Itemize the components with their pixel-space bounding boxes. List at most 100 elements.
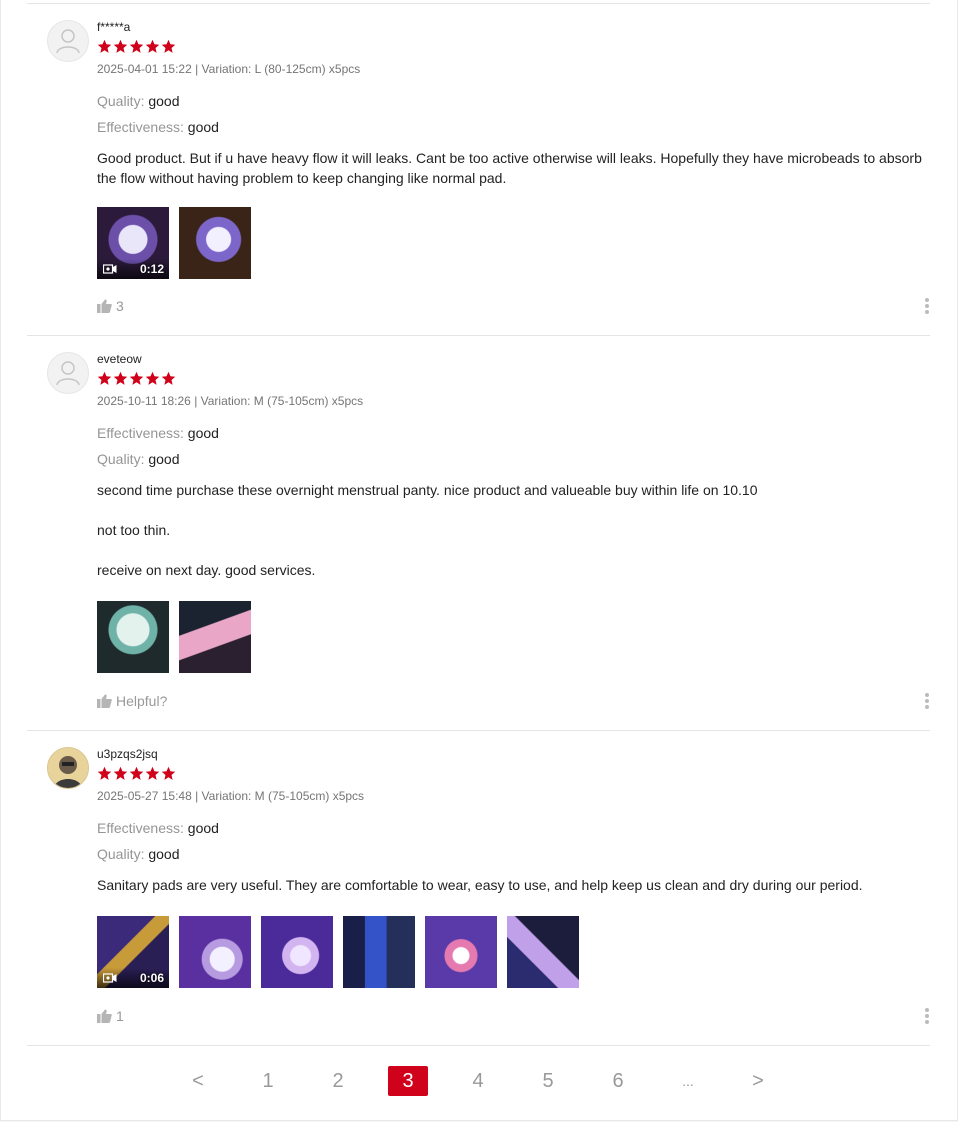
star-icon	[129, 766, 144, 780]
like-button[interactable]: 3	[97, 298, 124, 314]
attribute-label: Quality:	[97, 846, 145, 862]
review-text: second time purchase these overnight men…	[97, 482, 758, 498]
review-attribute: Effectiveness: good	[97, 820, 930, 836]
like-button[interactable]: Helpful?	[97, 693, 167, 709]
star-icon	[97, 39, 112, 53]
attribute-label: Effectiveness:	[97, 119, 184, 135]
attribute-label: Quality:	[97, 93, 145, 109]
attribute-value: good	[187, 820, 219, 836]
star-icon	[129, 39, 144, 53]
review-video-thumbnail[interactable]: 0:06	[97, 916, 169, 988]
review-meta: 2025-04-01 15:22 | Variation: L (80-125c…	[97, 62, 361, 76]
attribute-label: Effectiveness:	[97, 425, 184, 441]
avatar[interactable]	[47, 20, 89, 62]
review-attribute: Quality: good	[97, 93, 930, 109]
star-icon	[97, 371, 112, 385]
review-image-thumbnail[interactable]	[97, 601, 169, 673]
page-button-1[interactable]: 1	[248, 1066, 288, 1096]
like-count: 3	[116, 298, 124, 314]
review-media: 0:12	[97, 207, 251, 279]
review-item: u3pzqs2jsq 2025-05-27 15:48 | Variation:…	[27, 730, 930, 1046]
review-meta: 2025-10-11 18:26 | Variation: M (75-105c…	[97, 394, 364, 408]
review-attribute: Effectiveness: good	[97, 119, 930, 135]
star-icon	[145, 371, 160, 385]
page-button-3-active[interactable]: 3	[388, 1066, 428, 1096]
star-icon	[161, 371, 176, 385]
review-item: eveteow 2025-10-11 18:26 | Variation: M …	[27, 335, 930, 731]
like-count: 1	[116, 1008, 124, 1024]
prev-page-button[interactable]: <	[178, 1066, 218, 1096]
star-icon	[97, 766, 112, 780]
review-attribute: Quality: good	[97, 846, 930, 862]
reviews-panel: f*****a 2025-04-01 15:22 | Variation: L …	[0, 0, 958, 1121]
attribute-label: Quality:	[97, 451, 145, 467]
review-text: Sanitary pads are very useful. They are …	[97, 877, 863, 893]
review-media	[97, 601, 251, 673]
video-duration: 0:12	[139, 262, 164, 276]
review-footer: Helpful?	[97, 691, 930, 711]
more-options-button[interactable]	[924, 1008, 930, 1024]
review-username: eveteow	[97, 352, 142, 366]
video-camera-icon	[103, 264, 117, 274]
star-icon	[113, 371, 128, 385]
star-icon	[145, 766, 160, 780]
attribute-value: good	[187, 119, 219, 135]
review-text: Good product. But if u have heavy flow i…	[97, 150, 922, 186]
next-page-button[interactable]: >	[738, 1066, 778, 1096]
rating-stars	[97, 371, 930, 387]
video-duration: 0:06	[139, 971, 164, 985]
page-button-6[interactable]: 6	[598, 1066, 638, 1096]
review-image-thumbnail[interactable]	[261, 916, 333, 988]
like-label: Helpful?	[116, 693, 168, 709]
page-button-5[interactable]: 5	[528, 1066, 568, 1096]
review-image-thumbnail[interactable]	[343, 916, 415, 988]
like-button[interactable]: 1	[97, 1008, 124, 1024]
thumbs-up-icon	[97, 1009, 112, 1023]
star-icon	[161, 39, 176, 53]
star-icon	[145, 39, 160, 53]
review-item: f*****a 2025-04-01 15:22 | Variation: L …	[27, 3, 930, 336]
star-icon	[129, 371, 144, 385]
avatar[interactable]	[47, 352, 89, 394]
attribute-value: good	[187, 425, 219, 441]
review-media: 0:06	[97, 916, 579, 988]
attribute-label: Effectiveness:	[97, 820, 184, 836]
review-text: not too thin.	[97, 522, 171, 538]
avatar[interactable]	[47, 747, 89, 789]
review-video-thumbnail[interactable]: 0:12	[97, 207, 169, 279]
attribute-value: good	[148, 93, 180, 109]
more-options-button[interactable]	[924, 693, 930, 709]
page-button-4[interactable]: 4	[458, 1066, 498, 1096]
rating-stars	[97, 39, 930, 55]
pagination-ellipsis: ...	[682, 1073, 694, 1089]
review-image-thumbnail[interactable]	[507, 916, 579, 988]
user-photo-icon	[48, 748, 88, 788]
video-camera-icon	[103, 973, 117, 983]
review-text: receive on next day. good services.	[97, 562, 316, 578]
review-image-thumbnail[interactable]	[179, 916, 251, 988]
more-options-button[interactable]	[924, 298, 930, 314]
page-button-2[interactable]: 2	[318, 1066, 358, 1096]
review-username: f*****a	[97, 20, 131, 34]
pagination: < 1 2 3 4 5 6 ... >	[1, 1066, 957, 1096]
user-silhouette-icon	[56, 361, 80, 386]
review-footer: 3	[97, 296, 930, 316]
thumbs-up-icon	[97, 299, 112, 313]
thumbs-up-icon	[97, 694, 112, 708]
attribute-value: good	[148, 451, 180, 467]
star-icon	[113, 39, 128, 53]
star-icon	[113, 766, 128, 780]
review-footer: 1	[97, 1006, 930, 1026]
review-username: u3pzqs2jsq	[97, 747, 158, 761]
divider	[27, 1045, 930, 1046]
review-image-thumbnail[interactable]	[425, 916, 497, 988]
attribute-value: good	[148, 846, 180, 862]
rating-stars	[97, 766, 930, 782]
review-attribute: Effectiveness: good	[97, 425, 930, 441]
review-meta: 2025-05-27 15:48 | Variation: M (75-105c…	[97, 789, 365, 803]
star-icon	[161, 766, 176, 780]
review-attribute: Quality: good	[97, 451, 930, 467]
review-image-thumbnail[interactable]	[179, 601, 251, 673]
user-silhouette-icon	[56, 29, 80, 54]
review-image-thumbnail[interactable]	[179, 207, 251, 279]
